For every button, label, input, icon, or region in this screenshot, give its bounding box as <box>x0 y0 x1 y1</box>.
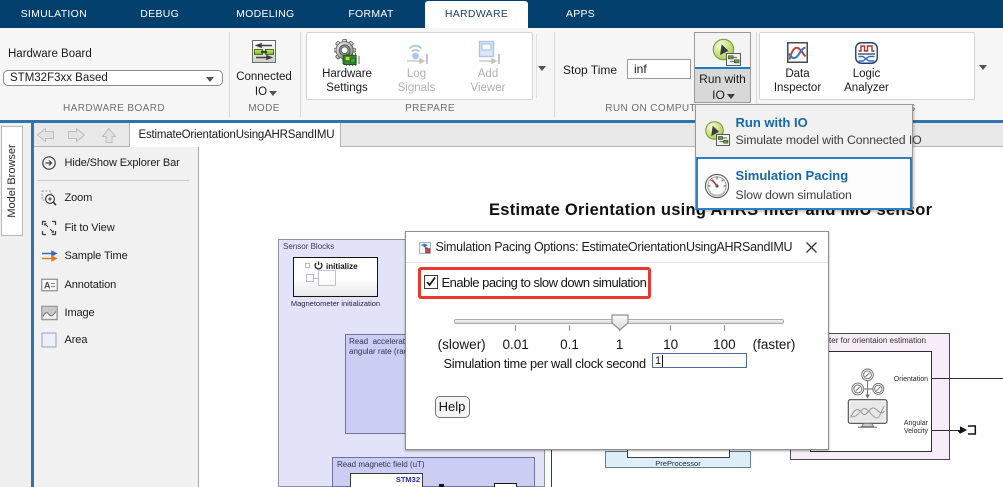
svg-text:A: A <box>44 280 51 290</box>
